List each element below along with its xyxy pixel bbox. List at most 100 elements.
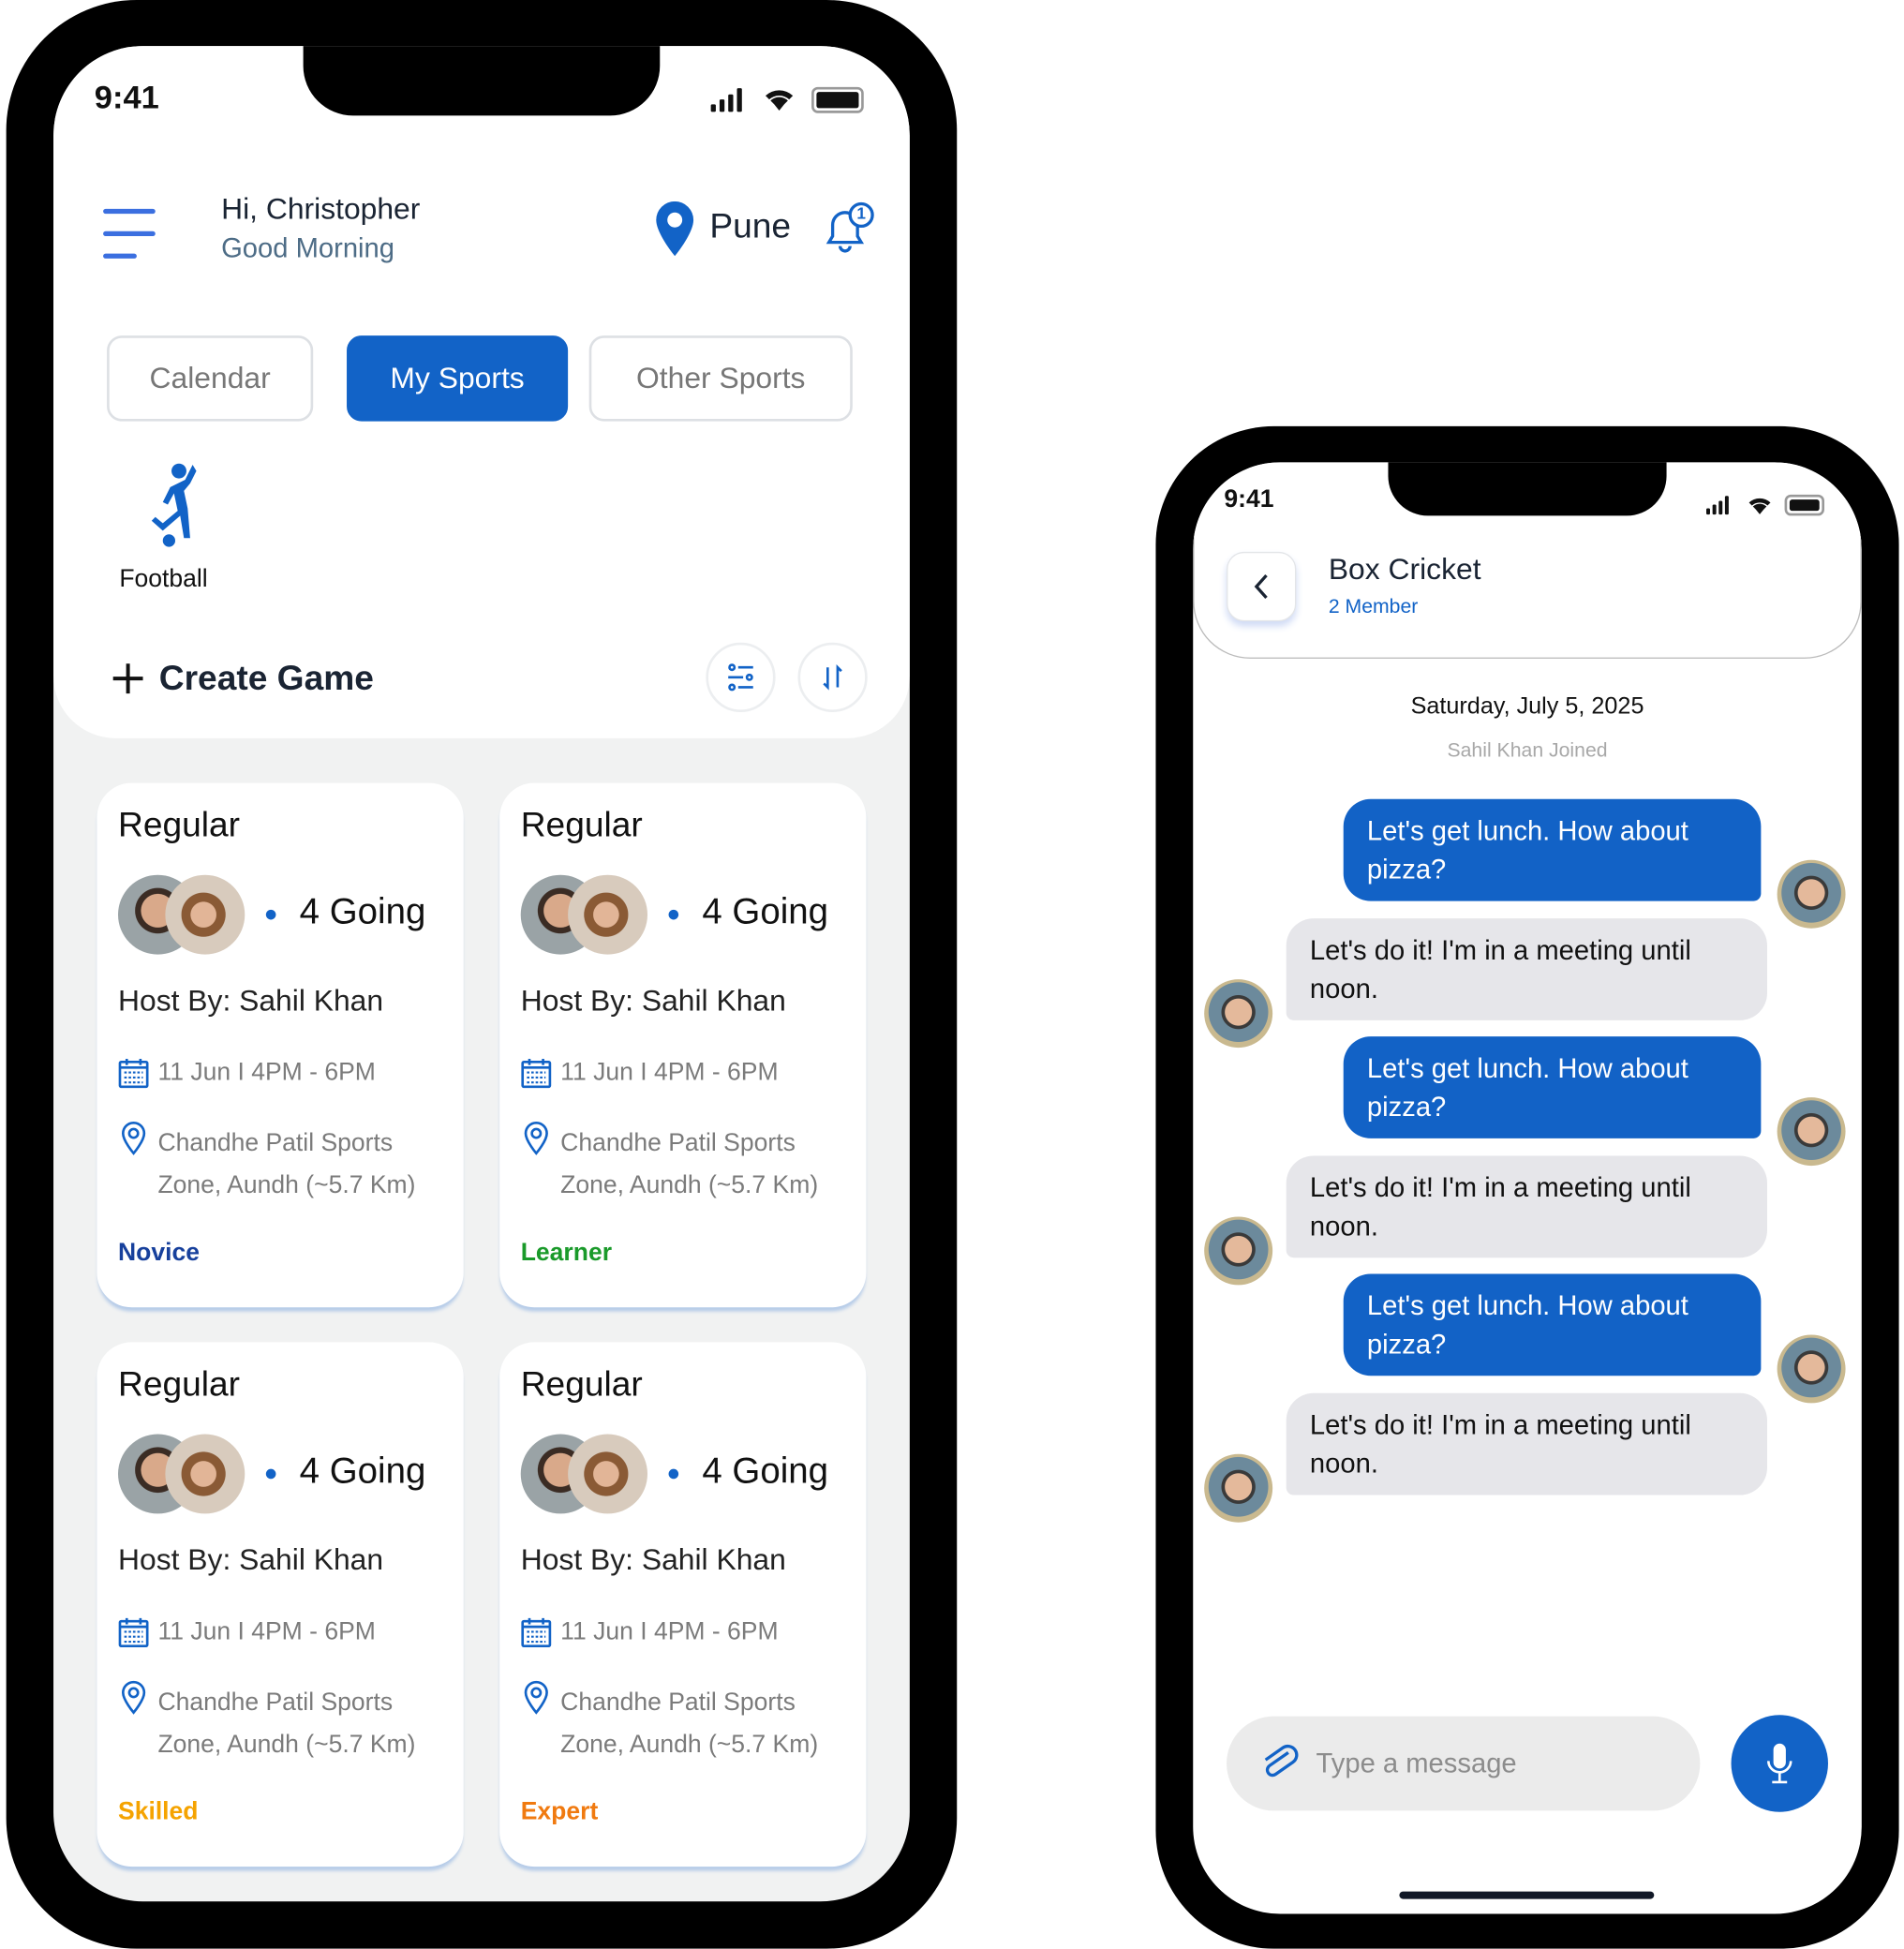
venue-line-2: Zone, Aundh (~5.7 Km): [560, 1731, 819, 1759]
separator-dot: [668, 1468, 679, 1480]
separator-dot: [668, 909, 679, 920]
calendar-icon: [521, 1059, 552, 1089]
received-message[interactable]: Let's do it! I'm in a meeting until noon…: [1286, 917, 1767, 1020]
message-input-placeholder: Type a message: [1316, 1747, 1517, 1778]
game-time: 11 Jun I 4PM - 6PM: [560, 1617, 779, 1646]
venue-line-1: Chandhe Patil Sports: [157, 1129, 394, 1157]
host-name: Host By: Sahil Khan: [520, 1543, 786, 1578]
attachment-paperclip-icon[interactable]: [1259, 1744, 1299, 1783]
game-time: 11 Jun I 4PM - 6PM: [157, 1617, 376, 1646]
going-count: 4 Going: [299, 1451, 426, 1492]
filter-icon: [728, 663, 753, 692]
game-type: Regular: [520, 805, 643, 844]
battery-icon: [1784, 494, 1825, 516]
participant-avatar: [568, 1434, 648, 1514]
sort-button[interactable]: [797, 642, 868, 712]
sender-avatar: [1777, 1097, 1846, 1167]
menu-button[interactable]: [103, 208, 156, 259]
wifi-icon: [766, 90, 794, 112]
home-phone: 9:41 Hi, Christopher Good Morning Pune 1…: [6, 0, 958, 1949]
host-name: Host By: Sahil Khan: [117, 984, 384, 1019]
notification-bell-icon[interactable]: [819, 201, 876, 258]
sent-message[interactable]: Let's get lunch. How about pizza?: [1343, 1036, 1762, 1138]
host-name: Host By: Sahil Khan: [520, 984, 786, 1019]
stage: 9:41 Hi, Christopher Good Morning Pune 1…: [0, 0, 1904, 1949]
home-header-panel: 9:41 Hi, Christopher Good Morning Pune 1…: [53, 46, 910, 738]
participant-avatar: [165, 1434, 245, 1514]
notch: [1388, 462, 1667, 516]
home-screen: 9:41 Hi, Christopher Good Morning Pune 1…: [53, 46, 910, 1902]
microphone-icon: [1766, 1743, 1792, 1784]
venue-line-2: Zone, Aundh (~5.7 Km): [157, 1171, 416, 1199]
sender-avatar: [1204, 978, 1273, 1048]
venue-line-1: Chandhe Patil Sports: [560, 1129, 796, 1157]
sent-message[interactable]: Let's get lunch. How about pizza?: [1343, 1273, 1762, 1376]
game-type: Regular: [117, 1364, 241, 1404]
greeting: Hi, Christopher: [221, 192, 421, 227]
microphone-button[interactable]: [1731, 1715, 1828, 1812]
going-count: 4 Going: [702, 1451, 829, 1492]
game-time: 11 Jun I 4PM - 6PM: [157, 1059, 376, 1087]
separator-dot: [265, 1468, 276, 1480]
status-time: 9:41: [1224, 485, 1274, 513]
system-message: Sahil Khan Joined: [1447, 740, 1608, 763]
participant-avatar: [568, 874, 648, 955]
game-card[interactable]: Regular 4 Going Host By: Sahil Khan 11 J…: [97, 1342, 464, 1867]
home-indicator: [1399, 1891, 1655, 1899]
message-input[interactable]: Type a message: [1227, 1716, 1701, 1811]
calendar-icon: [118, 1617, 149, 1648]
chat-date: Saturday, July 5, 2025: [1410, 693, 1644, 720]
game-card[interactable]: Regular 4 Going Host By: Sahil Khan 11 J…: [97, 782, 464, 1308]
status-time: 9:41: [94, 78, 159, 116]
location-label[interactable]: Pune: [709, 206, 791, 245]
calendar-icon: [118, 1059, 149, 1089]
chat-screen: 9:41 Box Cricket 2 Member Saturday, July…: [1193, 462, 1862, 1914]
skill-level: Learner: [520, 1239, 613, 1267]
location-pin-icon[interactable]: [655, 201, 694, 257]
chat-title: Box Cricket: [1328, 553, 1481, 588]
sport-label-football[interactable]: Football: [119, 565, 207, 594]
received-message[interactable]: Let's do it! I'm in a meeting until noon…: [1286, 1154, 1767, 1257]
tab-other-sports[interactable]: Other Sports: [588, 335, 853, 422]
venue-line-2: Zone, Aundh (~5.7 Km): [560, 1171, 819, 1199]
sent-message[interactable]: Let's get lunch. How about pizza?: [1343, 798, 1762, 901]
going-count: 4 Going: [702, 892, 829, 932]
notification-count: 1: [856, 203, 866, 223]
game-card[interactable]: Regular 4 Going Host By: Sahil Khan 11 J…: [499, 782, 867, 1308]
wifi-icon: [1748, 498, 1771, 514]
chevron-left-icon: [1254, 573, 1268, 600]
signal-icon: [710, 87, 742, 112]
game-card[interactable]: Regular 4 Going Host By: Sahil Khan 11 J…: [499, 1342, 867, 1867]
venue-line-1: Chandhe Patil Sports: [560, 1689, 796, 1717]
skill-level: Novice: [117, 1239, 200, 1267]
sender-avatar: [1204, 1453, 1273, 1523]
filter-button[interactable]: [706, 642, 776, 712]
football-player-icon[interactable]: [138, 462, 207, 549]
venue-line-2: Zone, Aundh (~5.7 Km): [157, 1731, 416, 1759]
create-game-button[interactable]: Create Game: [112, 652, 374, 705]
skill-level: Skilled: [117, 1798, 199, 1826]
skill-level: Expert: [520, 1798, 599, 1826]
tab-my-sports[interactable]: My Sports: [347, 335, 569, 422]
received-message[interactable]: Let's do it! I'm in a meeting until noon…: [1286, 1392, 1767, 1495]
separator-dot: [265, 909, 276, 920]
subgreeting: Good Morning: [221, 232, 394, 264]
sender-avatar: [1777, 1334, 1846, 1404]
create-game-label: Create Game: [158, 658, 374, 698]
sender-avatar: [1204, 1215, 1273, 1285]
member-count[interactable]: 2 Member: [1329, 597, 1419, 619]
game-time: 11 Jun I 4PM - 6PM: [560, 1059, 779, 1087]
sort-icon: [823, 664, 842, 691]
location-pin-icon: [524, 1122, 548, 1155]
location-pin-icon: [121, 1122, 146, 1155]
back-button[interactable]: [1227, 551, 1297, 622]
venue-line-1: Chandhe Patil Sports: [157, 1689, 394, 1717]
chat-phone: 9:41 Box Cricket 2 Member Saturday, July…: [1155, 425, 1899, 1949]
notch: [303, 46, 661, 116]
going-count: 4 Going: [299, 892, 426, 932]
host-name: Host By: Sahil Khan: [117, 1543, 384, 1578]
calendar-icon: [521, 1617, 552, 1648]
participant-avatar: [165, 874, 245, 955]
plus-icon: [112, 663, 143, 694]
tab-calendar[interactable]: Calendar: [107, 335, 314, 422]
